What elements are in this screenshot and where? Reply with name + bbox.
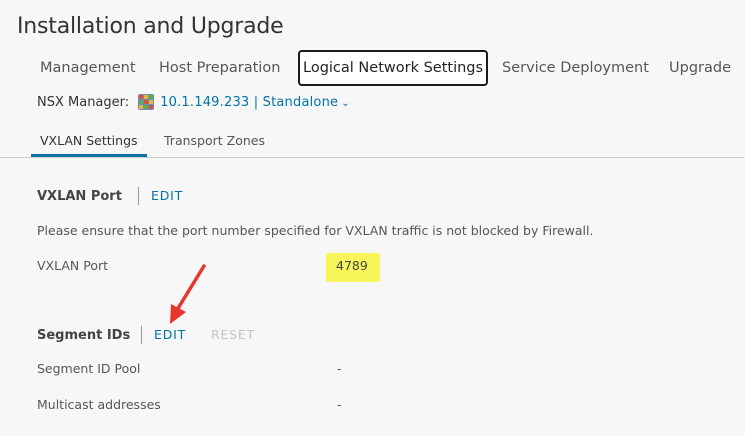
tab-host-preparation[interactable]: Host Preparation xyxy=(159,50,280,86)
nsx-manager-label: NSX Manager: xyxy=(37,95,130,110)
chevron-down-icon[interactable]: ⌄ xyxy=(341,98,349,109)
tab-transport-zones[interactable]: Transport Zones xyxy=(164,126,265,155)
annotation-arrow-icon xyxy=(170,264,206,324)
tab-upgrade[interactable]: Upgrade xyxy=(669,50,731,86)
tab-logical-network-settings[interactable]: Logical Network Settings xyxy=(298,50,489,86)
segment-edit-button[interactable]: EDIT xyxy=(154,327,186,342)
segment-id-pool-value: - xyxy=(337,361,342,376)
segment-ids-section-title: Segment IDs xyxy=(37,328,131,343)
segment-reset-button[interactable]: RESET xyxy=(211,327,255,342)
divider xyxy=(138,187,139,205)
sub-tab-bar: VXLAN Settings Transport Zones xyxy=(0,126,745,158)
main-tab-bar: Management Host Preparation Logical Netw… xyxy=(0,50,745,86)
multicast-addresses-value: - xyxy=(337,397,342,412)
page-title: Installation and Upgrade xyxy=(17,14,284,39)
vxlan-edit-button[interactable]: EDIT xyxy=(151,188,183,203)
vxlan-port-value: 4789 xyxy=(336,258,368,273)
vxlan-port-label: VXLAN Port xyxy=(37,258,109,273)
nsx-manager-icon xyxy=(138,93,155,110)
vxlan-firewall-note: Please ensure that the port number speci… xyxy=(37,223,594,238)
vxlan-port-section-title: VXLAN Port xyxy=(37,189,122,204)
nsx-manager-selector: NSX Manager: 10.1.149.233 | Standalone ⌄ xyxy=(37,93,350,113)
tab-service-deployment[interactable]: Service Deployment xyxy=(502,50,649,86)
divider xyxy=(141,326,142,344)
tab-vxlan-settings[interactable]: VXLAN Settings xyxy=(31,126,147,157)
segment-id-pool-label: Segment ID Pool xyxy=(37,361,141,376)
multicast-addresses-label: Multicast addresses xyxy=(37,397,161,412)
nsx-manager-dropdown[interactable]: 10.1.149.233 | Standalone xyxy=(160,95,338,110)
tab-management[interactable]: Management xyxy=(40,50,136,86)
